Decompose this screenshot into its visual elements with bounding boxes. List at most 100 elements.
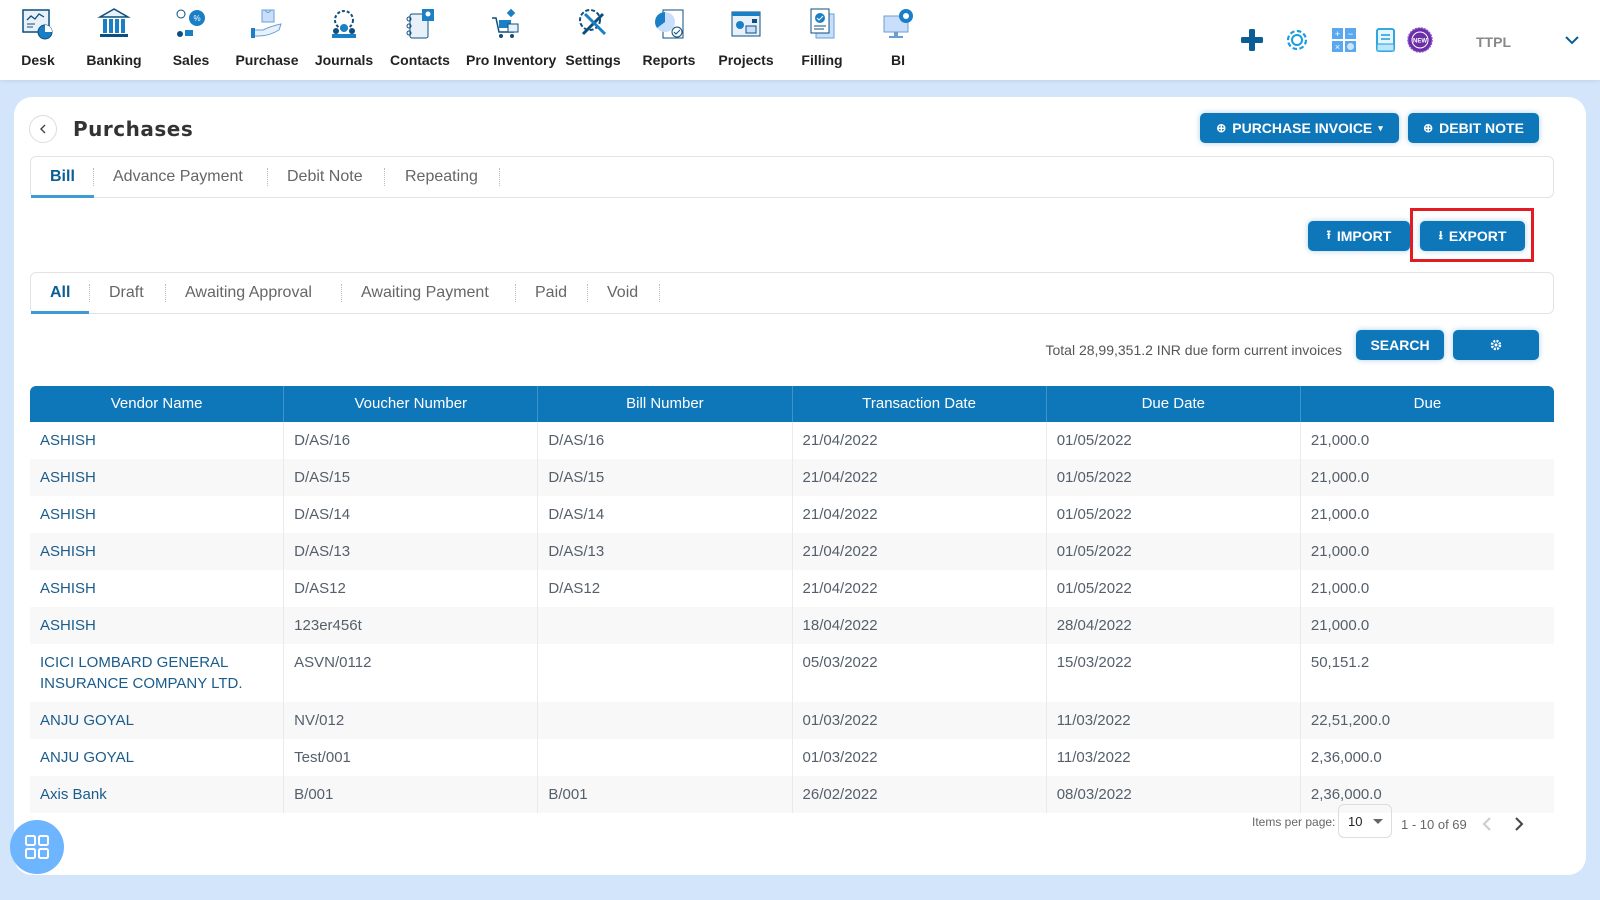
import-button[interactable]: ⭱ IMPORT bbox=[1308, 221, 1410, 251]
nav-purchase[interactable]: Purchase bbox=[227, 6, 307, 68]
cell-vendor-name[interactable]: ASHISH bbox=[30, 607, 285, 644]
column-header-transaction-date[interactable]: Transaction Date bbox=[793, 386, 1047, 422]
table-row[interactable]: ANJU GOYAL NV/012 01/03/2022 11/03/2022 22,5… bbox=[30, 702, 1554, 739]
cell-vendor-name[interactable]: ASHISH bbox=[30, 422, 285, 459]
journals-icon bbox=[332, 10, 356, 38]
tab-separator bbox=[165, 284, 166, 302]
cell-vendor-name[interactable]: ICICI LOMBARD GENERAL INSURANCE COMPANY … bbox=[30, 644, 285, 702]
cell-vendor-name[interactable]: ASHISH bbox=[30, 570, 285, 607]
debit-note-button[interactable]: ⊕ DEBIT NOTE bbox=[1408, 113, 1539, 143]
cell-voucher-number: D/AS/13 bbox=[284, 533, 539, 570]
table-settings-button[interactable] bbox=[1453, 330, 1539, 360]
cell-due: 21,000.0 bbox=[1310, 506, 1370, 523]
table-row[interactable]: ASHISH D/AS/13 D/AS/13 21/04/2022 01/05/2022… bbox=[30, 533, 1554, 570]
column-header-bill-number[interactable]: Bill Number bbox=[538, 386, 793, 422]
nav-settings[interactable]: Settings bbox=[553, 6, 633, 68]
add-button[interactable] bbox=[1238, 26, 1266, 54]
status-tab-void[interactable]: Void bbox=[607, 273, 638, 313]
nav-pro-inventory[interactable]: Pro Inventory bbox=[466, 6, 557, 68]
previous-page-button[interactable] bbox=[1476, 813, 1498, 835]
column-header-due-date[interactable]: Due Date bbox=[1047, 386, 1301, 422]
svg-text:×: × bbox=[1335, 42, 1340, 52]
table-row[interactable]: ASHISH D/AS/15 D/AS/15 21/04/2022 01/05/2022… bbox=[30, 459, 1554, 496]
total-due-summary: Total 28,99,351.2 INR due form current i… bbox=[1045, 342, 1343, 358]
table-row[interactable]: ASHISH D/AS/14 D/AS/14 21/04/2022 01/05/2022… bbox=[30, 496, 1554, 533]
nav-banking[interactable]: Banking bbox=[74, 6, 154, 68]
org-name: TTPL bbox=[1476, 34, 1511, 50]
cell-vendor-name[interactable]: ASHISH bbox=[30, 459, 285, 496]
calculator-button[interactable]: + − × bbox=[1330, 26, 1358, 54]
nav-desk[interactable]: Desk bbox=[0, 6, 78, 68]
tab-bill[interactable]: Bill bbox=[50, 157, 75, 197]
status-tab-draft[interactable]: Draft bbox=[109, 273, 144, 313]
next-page-button[interactable] bbox=[1508, 813, 1530, 835]
table-row[interactable]: ICICI LOMBARD GENERAL INSURANCE COMPANY … bbox=[30, 644, 1554, 702]
status-tab-all[interactable]: All bbox=[50, 273, 70, 313]
cell-bill-number: D/AS/14 bbox=[538, 496, 793, 533]
nav-pro-inventory-label: Pro Inventory bbox=[466, 52, 557, 68]
table-row[interactable]: ASHISH D/AS/16 D/AS/16 21/04/2022 01/05/2022… bbox=[30, 422, 1554, 459]
cell-due: 21,000.0 bbox=[1310, 432, 1370, 449]
status-tab-awaiting-payment[interactable]: Awaiting Payment bbox=[361, 273, 489, 313]
items-per-page-select[interactable]: 10 bbox=[1338, 804, 1392, 838]
plus-circle-icon: ⊕ bbox=[1216, 121, 1227, 135]
nav-sales[interactable]: % Sales bbox=[151, 6, 231, 68]
cell-due: 22,51,200.0 bbox=[1310, 712, 1391, 729]
cell-bill-number: B/001 bbox=[538, 776, 793, 813]
export-button[interactable]: ⭳ EXPORT bbox=[1420, 221, 1525, 251]
status-tab-paid[interactable]: Paid bbox=[535, 273, 567, 313]
nav-contacts[interactable]: Contacts bbox=[380, 6, 460, 68]
projects-icon bbox=[731, 11, 761, 37]
table-row[interactable]: ASHISH D/AS12 D/AS12 21/04/2022 01/05/2022 21… bbox=[30, 570, 1554, 607]
sales-icon: % bbox=[176, 9, 205, 37]
inventory-icon bbox=[492, 8, 519, 38]
notes-icon bbox=[1376, 28, 1395, 52]
purchase-icon bbox=[251, 9, 282, 38]
column-header-vendor-name[interactable]: Vendor Name bbox=[30, 386, 285, 422]
nav-bi[interactable]: BI bbox=[858, 6, 938, 68]
org-switcher-button[interactable] bbox=[1562, 30, 1582, 50]
nav-journals[interactable]: Journals bbox=[304, 6, 384, 68]
search-button[interactable]: SEARCH bbox=[1356, 330, 1444, 360]
cell-due-date: 01/05/2022 bbox=[1047, 459, 1301, 496]
tab-debit-note[interactable]: Debit Note bbox=[287, 157, 363, 197]
nav-filling[interactable]: Filling bbox=[782, 6, 862, 68]
svg-text:NEW: NEW bbox=[1413, 39, 1427, 45]
cell-vendor-name[interactable]: ANJU GOYAL bbox=[30, 702, 285, 739]
purchase-invoice-button[interactable]: ⊕ PURCHASE INVOICE ▾ bbox=[1200, 113, 1399, 143]
table-row[interactable]: ANJU GOYAL Test/001 01/03/2022 11/03/2022 2,… bbox=[30, 739, 1554, 776]
tab-separator bbox=[384, 168, 385, 186]
cell-voucher-number: ASVN/0112 bbox=[284, 644, 539, 702]
cell-voucher-number: Test/001 bbox=[284, 739, 539, 776]
chevron-left-icon bbox=[40, 124, 46, 134]
new-badge-button[interactable]: NEW bbox=[1406, 26, 1434, 54]
column-header-voucher-number[interactable]: Voucher Number bbox=[284, 386, 539, 422]
back-button[interactable] bbox=[29, 115, 57, 143]
nav-reports-label: Reports bbox=[642, 52, 696, 68]
tab-repeating[interactable]: Repeating bbox=[405, 157, 478, 197]
svg-text:%: % bbox=[193, 14, 200, 23]
tab-separator bbox=[89, 284, 90, 302]
cell-vendor-name[interactable]: Axis Bank bbox=[30, 776, 285, 813]
cell-vendor-name[interactable]: ANJU GOYAL bbox=[30, 739, 285, 776]
cell-due-date: 01/05/2022 bbox=[1047, 533, 1301, 570]
cell-transaction-date: 21/04/2022 bbox=[793, 533, 1047, 570]
cell-vendor-name[interactable]: ASHISH bbox=[30, 496, 285, 533]
cell-transaction-date: 26/02/2022 bbox=[793, 776, 1047, 813]
notes-button[interactable] bbox=[1372, 26, 1400, 54]
tab-advance-payment[interactable]: Advance Payment bbox=[113, 157, 243, 197]
column-header-due[interactable]: Due bbox=[1301, 386, 1554, 422]
filling-icon bbox=[810, 8, 835, 39]
status-tab-awaiting-approval[interactable]: Awaiting Approval bbox=[185, 273, 312, 313]
app-launcher-button[interactable] bbox=[10, 820, 64, 874]
active-tab-indicator bbox=[31, 195, 94, 198]
nav-desk-label: Desk bbox=[21, 52, 55, 68]
tab-separator bbox=[341, 284, 342, 302]
settings-button[interactable] bbox=[1283, 26, 1311, 54]
settings-tools-icon bbox=[579, 9, 607, 36]
table-row[interactable]: ASHISH 123er456t 18/04/2022 28/04/2022 21,00… bbox=[30, 607, 1554, 644]
table-row[interactable]: Axis Bank B/001 B/001 26/02/2022 08/03/2022 2… bbox=[30, 776, 1554, 813]
cell-vendor-name[interactable]: ASHISH bbox=[30, 533, 285, 570]
nav-reports[interactable]: Reports bbox=[629, 6, 709, 68]
nav-projects[interactable]: Projects bbox=[706, 6, 786, 68]
